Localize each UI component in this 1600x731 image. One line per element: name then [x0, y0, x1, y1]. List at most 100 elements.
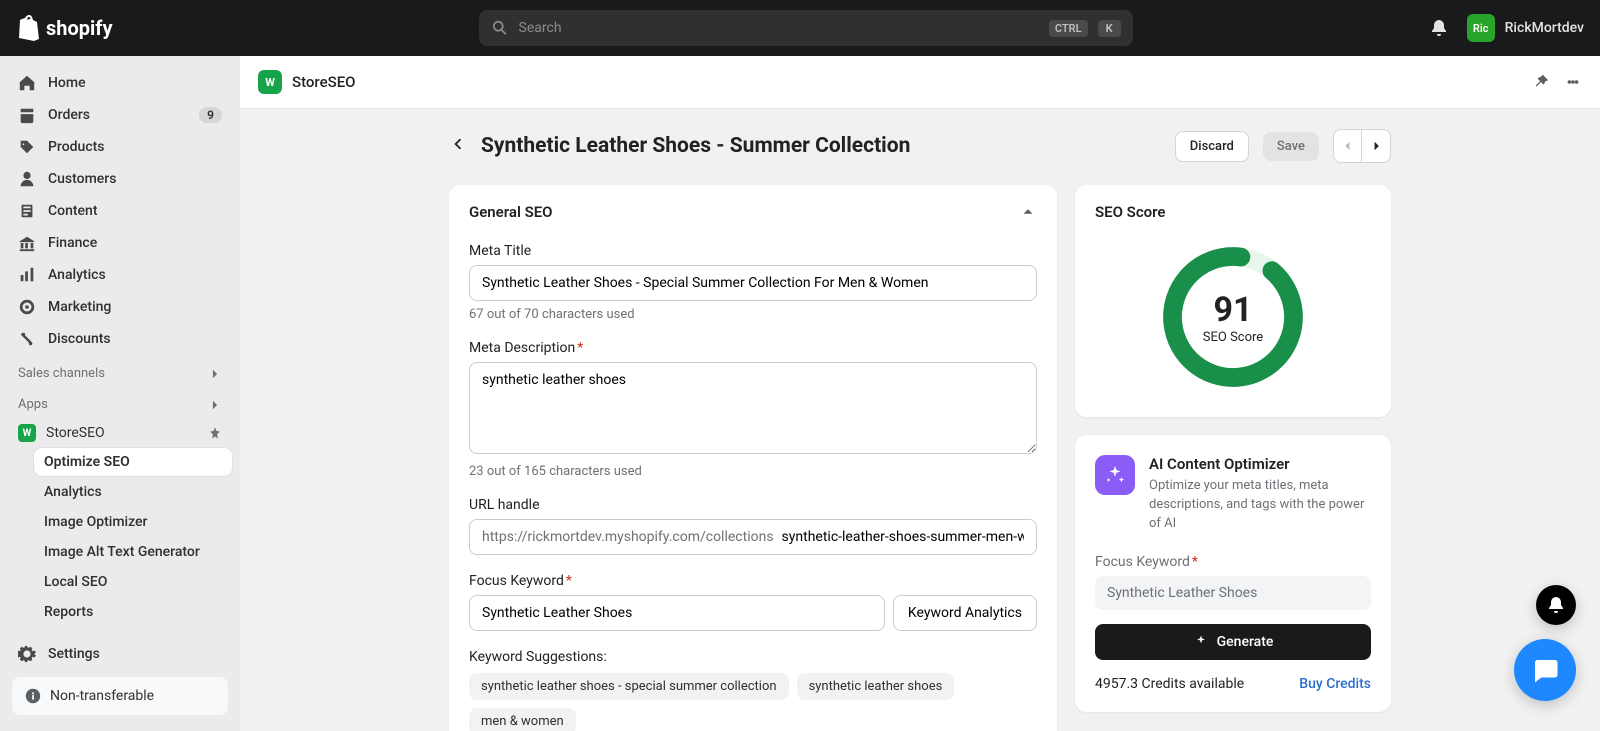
meta-description-input[interactable]	[469, 362, 1037, 454]
generate-button[interactable]: Generate	[1095, 624, 1371, 660]
orders-badge: 9	[199, 107, 222, 123]
kbd-ctrl: CTRL	[1049, 20, 1088, 37]
nav-analytics[interactable]: Analytics	[8, 260, 232, 290]
pager	[1333, 129, 1391, 163]
username: RickMortdev	[1505, 20, 1584, 36]
non-transferable-banner: Non-transferable	[12, 677, 228, 715]
storeseo-icon: W	[258, 70, 282, 94]
bell-icon	[1546, 595, 1566, 615]
focus-keyword-input[interactable]	[469, 595, 885, 631]
sidebar-sub-reports[interactable]: Reports	[34, 598, 232, 626]
prev-button[interactable]	[1334, 130, 1362, 162]
meta-description-label: Meta Description*	[469, 340, 1037, 356]
sidebar-sub-image-optimizer[interactable]: Image Optimizer	[34, 508, 232, 536]
sales-channels-section[interactable]: Sales channels	[8, 356, 232, 387]
sidebar-sub-image-alt-text-generator[interactable]: Image Alt Text Generator	[34, 538, 232, 566]
credits-available: 4957.3 Credits available	[1095, 676, 1244, 692]
nav-settings[interactable]: Settings	[8, 639, 232, 669]
seo-score-ring: 91 SEO Score	[1161, 245, 1305, 389]
discard-button[interactable]: Discard	[1175, 131, 1249, 162]
save-button[interactable]: Save	[1263, 132, 1319, 161]
chevron-right-icon	[1369, 139, 1383, 153]
sparkle-icon	[1193, 634, 1209, 650]
ai-description: Optimize your meta titles, meta descript…	[1149, 477, 1371, 534]
sidebar-sub-analytics[interactable]: Analytics	[34, 478, 232, 506]
fab-notifications[interactable]	[1536, 585, 1576, 625]
chat-icon	[1530, 655, 1560, 685]
url-handle-group: https://rickmortdev.myshopify.com/collec…	[469, 519, 1037, 555]
chevron-right-icon	[208, 398, 222, 412]
nav-content[interactable]: Content	[8, 196, 232, 226]
pin-icon[interactable]	[1532, 73, 1550, 91]
finance-icon	[18, 234, 36, 252]
brand-text: shopify	[46, 16, 113, 40]
nav-finance[interactable]: Finance	[8, 228, 232, 258]
url-handle-input[interactable]	[782, 520, 1036, 554]
ai-sparkle-icon	[1095, 455, 1135, 495]
nav-marketing[interactable]: Marketing	[8, 292, 232, 322]
ai-focus-keyword-label: Focus Keyword*	[1095, 554, 1371, 570]
shopify-bag-icon	[16, 15, 40, 41]
gear-icon	[18, 645, 36, 663]
collapse-icon[interactable]	[1019, 203, 1037, 221]
ai-title: AI Content Optimizer	[1149, 455, 1371, 473]
nav-products[interactable]: Products	[8, 132, 232, 162]
analytics-icon	[18, 266, 36, 284]
nav-orders[interactable]: Orders 9	[8, 100, 232, 130]
page-title: Synthetic Leather Shoes - Summer Collect…	[481, 134, 1161, 158]
info-icon	[24, 687, 42, 705]
suggestion-chip[interactable]: synthetic leather shoes	[797, 673, 955, 700]
ai-content-optimizer-card: AI Content Optimizer Optimize your meta …	[1075, 435, 1391, 712]
shopify-logo[interactable]: shopify	[16, 15, 113, 41]
general-seo-card: General SEO Meta Title 67 out of 70 char…	[449, 185, 1057, 731]
home-icon	[18, 74, 36, 92]
nav-discounts[interactable]: Discounts	[8, 324, 232, 354]
products-icon	[18, 138, 36, 156]
suggestion-chip[interactable]: men & women	[469, 708, 576, 731]
seo-score-card: SEO Score 91 SEO Score	[1075, 185, 1391, 417]
apps-section[interactable]: Apps	[8, 387, 232, 418]
focus-keyword-label: Focus Keyword*	[469, 573, 1037, 589]
meta-title-label: Meta Title	[469, 243, 1037, 259]
search-icon	[491, 19, 509, 37]
more-icon[interactable]	[1564, 73, 1582, 91]
meta-description-helper: 23 out of 165 characters used	[469, 464, 1037, 479]
keyword-suggestions-label: Keyword Suggestions:	[469, 649, 1037, 665]
chevron-left-icon	[1341, 139, 1355, 153]
seo-score-label: SEO Score	[1203, 330, 1263, 345]
url-prefix: https://rickmortdev.myshopify.com/collec…	[470, 520, 782, 554]
general-seo-heading: General SEO	[469, 203, 553, 221]
topbar: shopify Search CTRL K Ric RickMortdev	[0, 0, 1600, 56]
next-button[interactable]	[1362, 130, 1390, 162]
global-search[interactable]: Search CTRL K	[479, 10, 1133, 46]
customers-icon	[18, 170, 36, 188]
suggestion-chip[interactable]: synthetic leather shoes - special summer…	[469, 673, 789, 700]
user-menu[interactable]: Ric RickMortdev	[1467, 14, 1584, 42]
sidebar-sub-optimize-seo[interactable]: Optimize SEO	[34, 448, 232, 476]
nav-home[interactable]: Home	[8, 68, 232, 98]
meta-title-helper: 67 out of 70 characters used	[469, 307, 1037, 322]
marketing-icon	[18, 298, 36, 316]
discounts-icon	[18, 330, 36, 348]
content-icon	[18, 202, 36, 220]
back-button[interactable]	[449, 135, 467, 157]
meta-title-input[interactable]	[469, 265, 1037, 301]
url-handle-label: URL handle	[469, 497, 1037, 513]
nav-customers[interactable]: Customers	[8, 164, 232, 194]
seo-score-heading: SEO Score	[1095, 203, 1165, 221]
orders-icon	[18, 106, 36, 124]
fab-chat[interactable]	[1514, 639, 1576, 701]
main: W StoreSEO Synthetic Leather Shoes - Sum…	[240, 56, 1600, 731]
sidebar-app-storeseo[interactable]: W StoreSEO	[8, 418, 232, 448]
buy-credits-link[interactable]: Buy Credits	[1299, 676, 1371, 692]
pin-icon[interactable]	[208, 426, 222, 440]
notifications-icon[interactable]	[1429, 18, 1449, 38]
seo-score-value: 91	[1213, 290, 1252, 330]
chevron-right-icon	[208, 367, 222, 381]
keyword-analytics-button[interactable]: Keyword Analytics	[893, 595, 1037, 631]
title-row: Synthetic Leather Shoes - Summer Collect…	[449, 129, 1391, 163]
sidebar: Home Orders 9 Products Customers Content…	[0, 56, 240, 731]
sidebar-sub-local-seo[interactable]: Local SEO	[34, 568, 232, 596]
app-header-title: StoreSEO	[292, 73, 356, 91]
ai-focus-keyword-pill[interactable]: Synthetic Leather Shoes	[1095, 576, 1371, 610]
